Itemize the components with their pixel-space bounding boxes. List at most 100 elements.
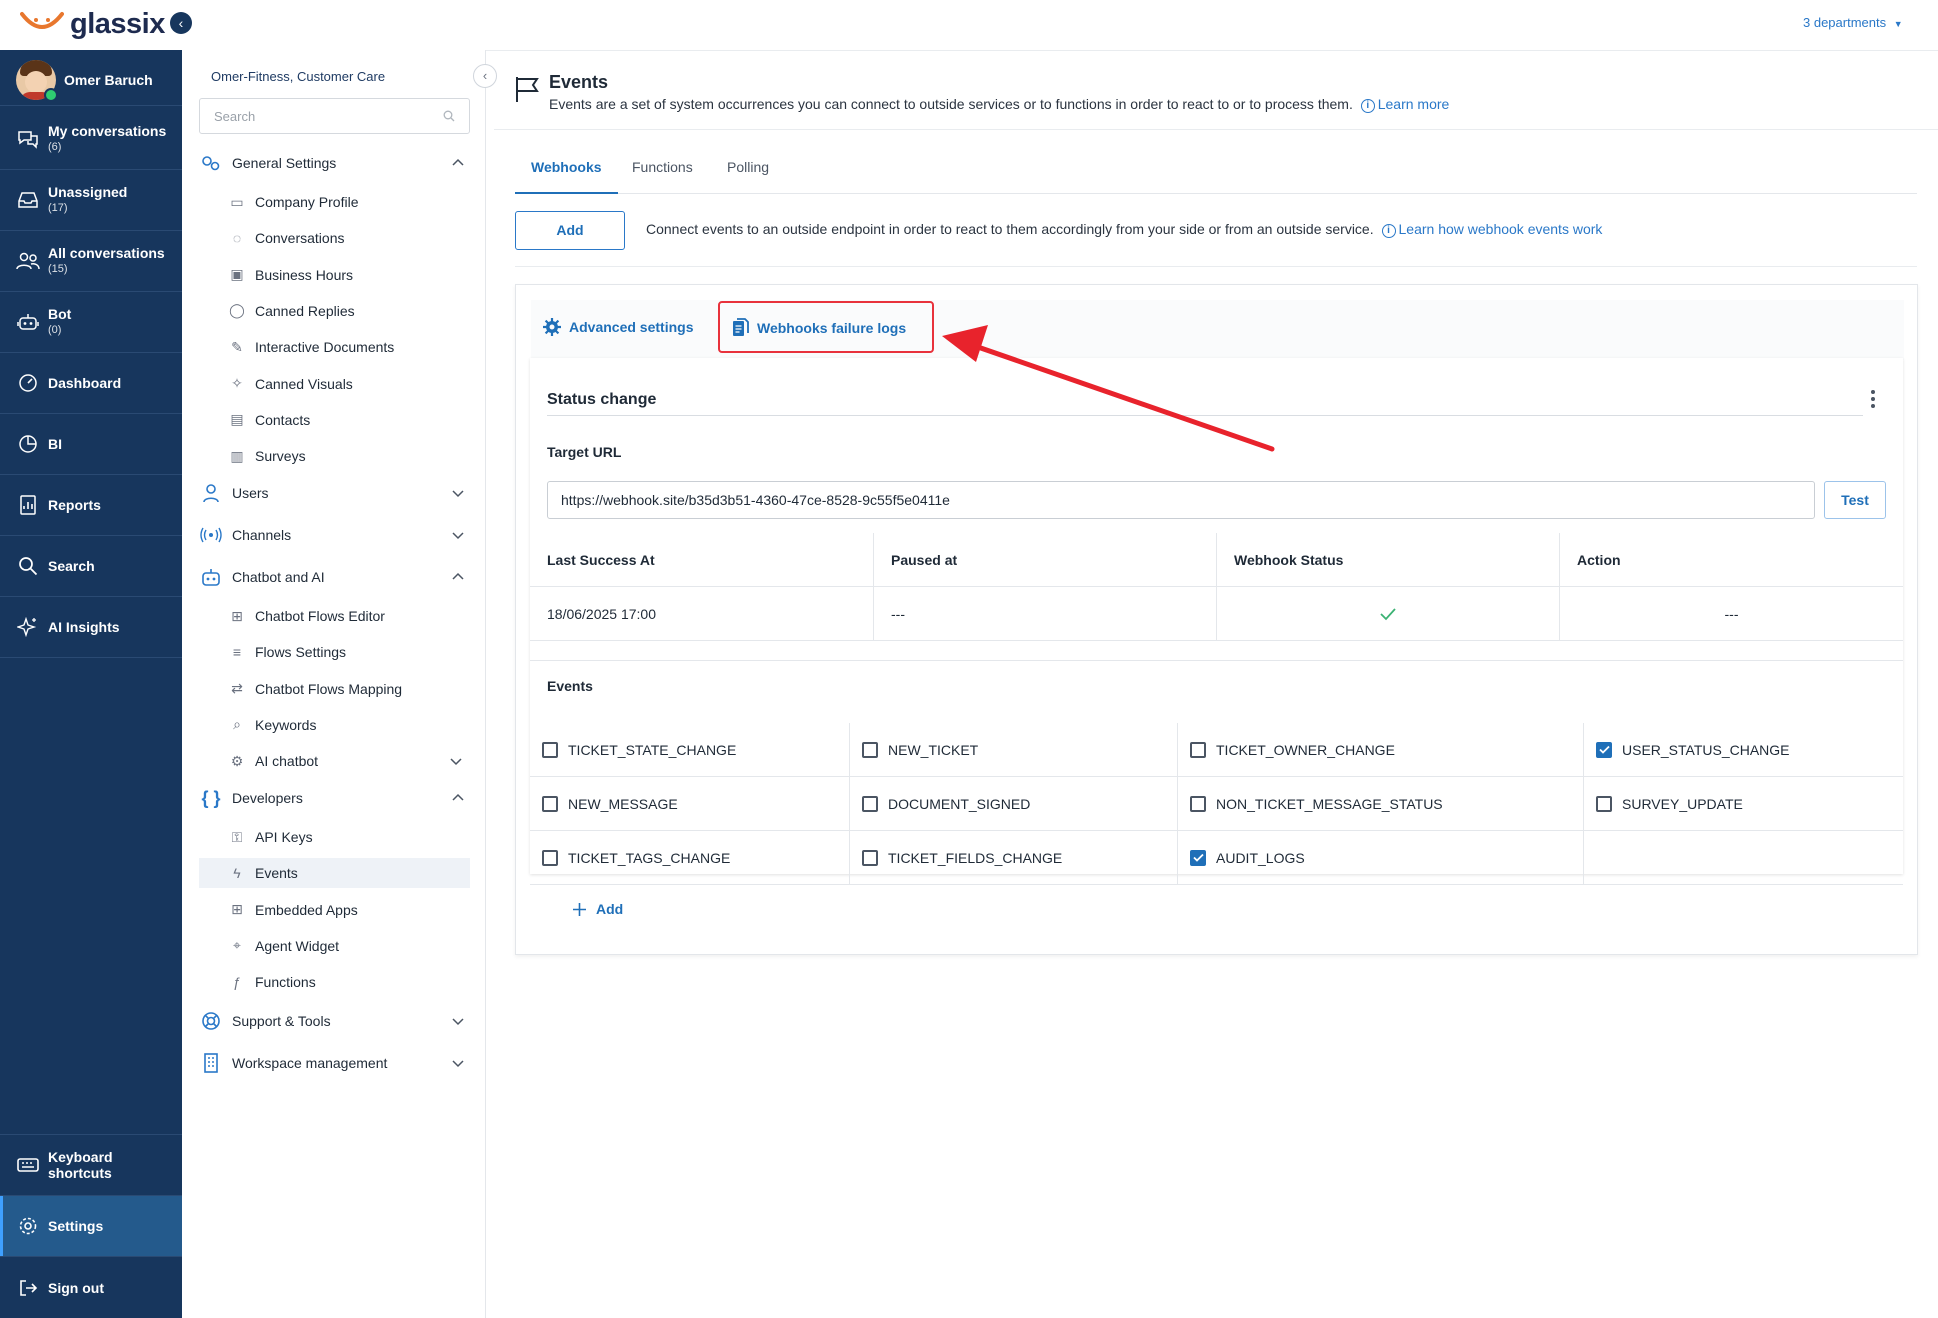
- checkbox-icon[interactable]: [542, 795, 558, 812]
- settings-item-keywords[interactable]: ⌕ Keywords: [199, 710, 470, 740]
- checkbox-icon[interactable]: [1190, 741, 1206, 758]
- pie-chart-icon: [16, 432, 40, 456]
- settings-item-chatbot-flows-mapping[interactable]: ⇄ Chatbot Flows Mapping: [199, 674, 470, 704]
- last-success-cell: 18/06/2025 17:00: [530, 587, 874, 641]
- event-name: DOCUMENT_SIGNED: [888, 795, 1031, 812]
- group-chatbot-ai[interactable]: Chatbot and AI: [199, 564, 469, 590]
- more-options-icon[interactable]: [1863, 388, 1883, 410]
- event-option[interactable]: SURVEY_UPDATE: [1584, 777, 1903, 831]
- advanced-settings-button[interactable]: Advanced settings: [543, 318, 693, 336]
- settings-item-interactive-documents[interactable]: ✎ Interactive Documents: [199, 332, 470, 362]
- checkbox-icon[interactable]: [1190, 795, 1206, 812]
- function-icon: ƒ: [233, 974, 241, 991]
- checkbox-checked-icon[interactable]: [1596, 741, 1612, 758]
- event-option[interactable]: TICKET_STATE_CHANGE: [530, 723, 850, 777]
- settings-item-api-keys[interactable]: ⚿ API Keys: [199, 822, 470, 852]
- event-name: USER_STATUS_CHANGE: [1622, 741, 1790, 758]
- nav-label: All conversations (15): [48, 245, 165, 275]
- event-name: AUDIT_LOGS: [1216, 849, 1305, 866]
- nav-keyboard-shortcuts[interactable]: Keyboard shortcuts: [0, 1134, 182, 1196]
- settings-item-company-profile[interactable]: ▭ Company Profile: [199, 187, 470, 217]
- settings-item-canned-replies[interactable]: ◯ Canned Replies: [199, 296, 470, 326]
- sparkle-icon: [16, 615, 40, 639]
- checkbox-icon[interactable]: [862, 849, 878, 866]
- nav-dashboard[interactable]: Dashboard: [0, 353, 182, 414]
- event-option[interactable]: AUDIT_LOGS: [1178, 831, 1584, 885]
- checkbox-icon[interactable]: [1596, 795, 1612, 812]
- event-option[interactable]: USER_STATUS_CHANGE: [1584, 723, 1903, 777]
- nav-label: Search: [48, 558, 95, 574]
- nav-reports[interactable]: Reports: [0, 475, 182, 536]
- checkbox-icon[interactable]: [862, 795, 878, 812]
- header-divider: [494, 129, 1938, 130]
- paused-at-cell: ---: [874, 587, 1217, 641]
- flow-editor-icon: ⊞: [231, 607, 243, 624]
- add-event-button[interactable]: Add: [573, 901, 623, 917]
- test-button[interactable]: Test: [1824, 481, 1886, 519]
- target-url-input[interactable]: [547, 481, 1815, 519]
- group-developers[interactable]: { } Developers: [199, 785, 469, 811]
- settings-item-flows-settings[interactable]: ≡ Flows Settings: [199, 637, 470, 667]
- group-workspace-management[interactable]: Workspace management: [199, 1050, 469, 1076]
- webhook-help-link[interactable]: Learn how webhook events work: [1399, 221, 1603, 237]
- event-option[interactable]: TICKET_OWNER_CHANGE: [1178, 723, 1584, 777]
- settings-item-surveys[interactable]: ▥ Surveys: [199, 441, 470, 471]
- tab-functions[interactable]: Functions: [616, 150, 709, 194]
- event-option[interactable]: TICKET_TAGS_CHANGE: [530, 831, 850, 885]
- event-option[interactable]: NEW_TICKET: [850, 723, 1178, 777]
- nav-ai[interactable]: AI Insights: [0, 597, 182, 658]
- search-placeholder: Search: [214, 108, 256, 124]
- settings-item-canned-visuals[interactable]: ✧ Canned Visuals: [199, 369, 470, 399]
- divider: [530, 660, 1903, 661]
- settings-item-agent-widget[interactable]: ⌖ Agent Widget: [199, 931, 470, 961]
- tab-polling[interactable]: Polling: [711, 150, 785, 194]
- nav-my[interactable]: My conversations (6): [0, 109, 182, 170]
- settings-item-embedded-apps[interactable]: ⊞ Embedded Apps: [199, 895, 470, 925]
- event-option[interactable]: NEW_MESSAGE: [530, 777, 850, 831]
- info-icon: i: [1360, 99, 1375, 113]
- event-option[interactable]: TICKET_FIELDS_CHANGE: [850, 831, 1178, 885]
- checkbox-icon[interactable]: [542, 741, 558, 758]
- group-support-tools[interactable]: Support & Tools: [199, 1008, 469, 1034]
- group-label: Channels: [232, 527, 292, 543]
- settings-item-business-hours[interactable]: ▣ Business Hours: [199, 260, 470, 290]
- document-edit-icon: ✎: [231, 338, 243, 355]
- chevron-down-icon: [452, 1018, 464, 1026]
- nav-search[interactable]: Search: [0, 536, 182, 597]
- event-option[interactable]: DOCUMENT_SIGNED: [850, 777, 1178, 831]
- nav-count: (15): [48, 263, 68, 275]
- highlight-annotation: [718, 301, 934, 353]
- group-channels[interactable]: Channels: [199, 522, 469, 548]
- departments-label: 3 departments: [1803, 15, 1887, 30]
- departments-dropdown[interactable]: 3 departments ▼: [1803, 15, 1903, 30]
- checkbox-icon[interactable]: [862, 741, 878, 758]
- settings-item-functions[interactable]: ƒ Functions: [199, 967, 470, 997]
- settings-item-events[interactable]: ϟ Events: [199, 858, 470, 889]
- events-tabs: Webhooks Functions Polling: [515, 150, 1917, 194]
- nav-sign-out[interactable]: Sign out: [0, 1257, 182, 1318]
- add-webhook-button[interactable]: Add: [515, 211, 625, 250]
- nav-all[interactable]: All conversations (15): [0, 231, 182, 292]
- nav-unassigned[interactable]: Unassigned (17): [0, 170, 182, 231]
- group-general-settings[interactable]: General Settings: [199, 150, 469, 176]
- nav-settings[interactable]: Settings: [0, 1196, 182, 1257]
- settings-item-contacts[interactable]: ▤ Contacts: [199, 405, 470, 435]
- nav-bot[interactable]: Bot (0): [0, 292, 182, 353]
- tab-webhooks[interactable]: Webhooks: [515, 150, 618, 194]
- user-profile[interactable]: Omer Baruch: [0, 58, 182, 106]
- learn-more-link[interactable]: Learn more: [1378, 96, 1450, 112]
- group-users[interactable]: Users: [199, 480, 469, 506]
- collapse-sidebar-button[interactable]: ‹: [473, 64, 497, 88]
- apps-grid-icon: ⊞: [231, 901, 243, 918]
- event-option[interactable]: NON_TICKET_MESSAGE_STATUS: [1178, 777, 1584, 831]
- settings-search-input[interactable]: Search: [199, 98, 470, 134]
- collapse-nav-button[interactable]: ‹: [170, 12, 192, 34]
- webhook-panel: Status change Target URL Test Last Succe…: [530, 358, 1903, 917]
- checkbox-checked-icon[interactable]: [1190, 849, 1206, 866]
- settings-item-ai-chatbot[interactable]: ⚙ AI chatbot: [199, 746, 470, 776]
- settings-item-conversations[interactable]: ◌ Conversations: [199, 223, 470, 253]
- nav-bi[interactable]: BI: [0, 414, 182, 475]
- settings-item-chatbot-flows-editor[interactable]: ⊞ Chatbot Flows Editor: [199, 601, 470, 631]
- checkbox-icon[interactable]: [542, 849, 558, 866]
- settings-item-label: Conversations: [255, 230, 345, 247]
